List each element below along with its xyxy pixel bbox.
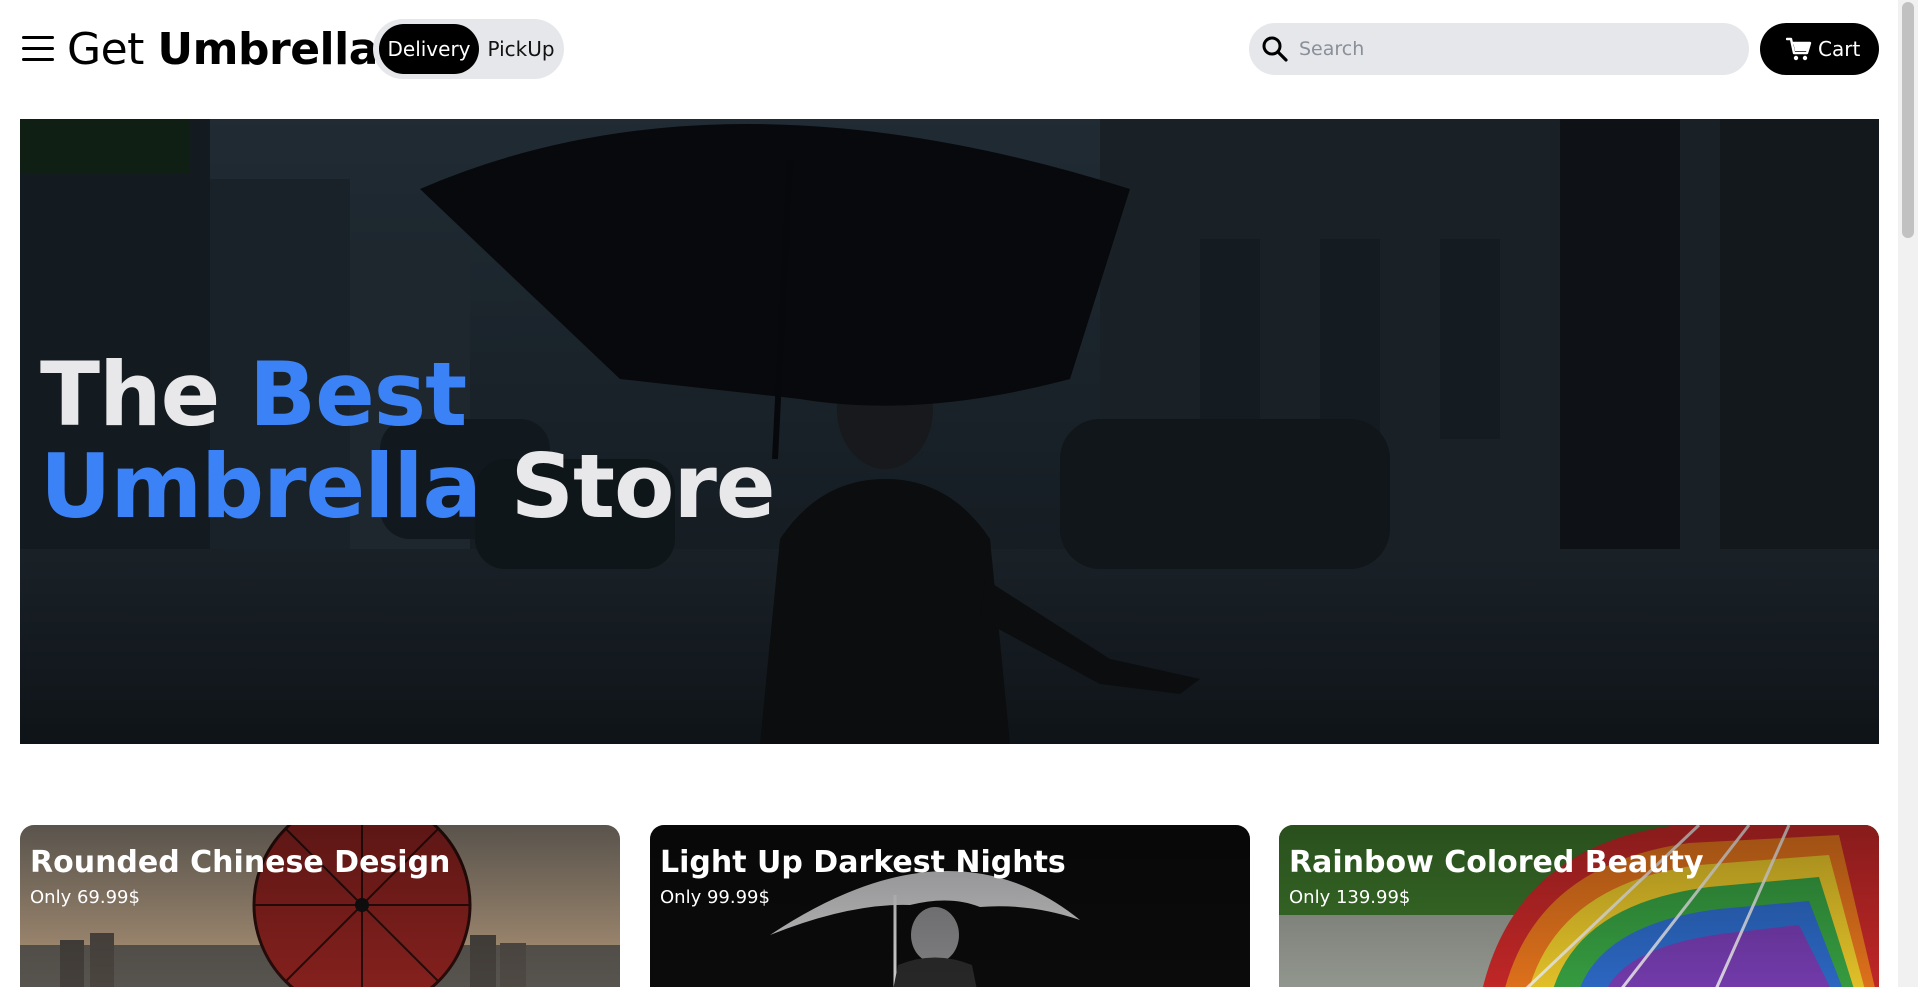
cart-button[interactable]: Cart [1760,23,1879,75]
search-input[interactable] [1299,23,1729,75]
brand-text-light: Get [67,24,144,75]
pickup-option-button[interactable]: PickUp [481,24,561,74]
hero-title-part: Store [480,435,776,538]
fulfillment-toggle: Delivery PickUp [373,19,564,79]
cart-icon [1786,37,1812,61]
hamburger-menu-icon[interactable] [22,36,54,66]
hero-title: The Best Umbrella Store [40,349,776,533]
product-title: Light Up Darkest Nights [660,845,1066,880]
product-card[interactable]: Rounded Chinese Design Only 69.99$ [20,825,620,987]
product-card[interactable]: Light Up Darkest Nights Only 99.99$ [650,825,1250,987]
product-price: Only 139.99$ [1289,887,1411,908]
hero-title-accent: Best [249,343,467,446]
product-title: Rounded Chinese Design [30,845,451,880]
brand-text-bold: Umbrellas [157,24,404,75]
cart-label: Cart [1818,37,1861,61]
hero-banner: The Best Umbrella Store [20,119,1879,744]
delivery-option-button[interactable]: Delivery [379,24,479,74]
search-bar [1249,23,1749,75]
hero-title-accent: Umbrella [40,435,482,538]
site-header: Get Umbrellas Delivery PickUp Cart [0,0,1898,100]
product-price: Only 99.99$ [660,887,770,908]
product-title: Rainbow Colored Beauty [1289,845,1704,880]
product-price: Only 69.99$ [30,887,140,908]
hero-title-part: The [40,343,249,446]
search-icon[interactable] [1261,35,1289,63]
brand-logo[interactable]: Get Umbrellas [67,24,404,76]
page-scrollbar[interactable] [1898,0,1918,987]
scrollbar-thumb[interactable] [1902,2,1914,238]
product-card[interactable]: Rainbow Colored Beauty Only 139.99$ [1279,825,1879,987]
